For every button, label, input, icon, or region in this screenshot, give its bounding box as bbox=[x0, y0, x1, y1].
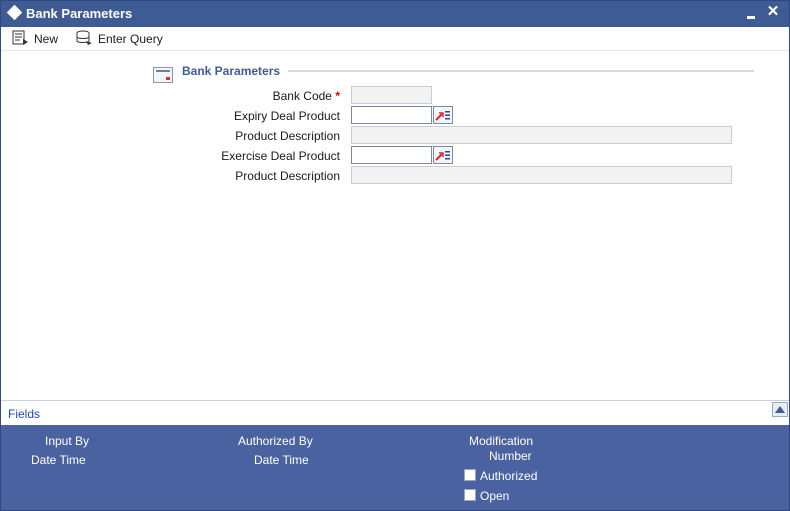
exercise-deal-product-input[interactable] bbox=[351, 146, 432, 164]
title-bar: Bank Parameters ✕ bbox=[1, 1, 789, 27]
expiry-deal-product-label: Expiry Deal Product bbox=[233, 109, 340, 123]
window-diamond-icon bbox=[6, 4, 23, 21]
authorized-date-time-label: Date Time bbox=[254, 453, 309, 467]
expiry-deal-product-lov-button[interactable] bbox=[433, 106, 453, 124]
close-button[interactable]: ✕ bbox=[765, 3, 781, 21]
list-of-values-icon bbox=[435, 111, 450, 121]
bank-code-label: Bank Code * bbox=[140, 89, 340, 103]
list-of-values-icon bbox=[435, 151, 450, 161]
input-by-label: Input By bbox=[45, 434, 90, 448]
bank-code-field bbox=[351, 86, 432, 104]
required-marker: * bbox=[335, 89, 340, 103]
product-description-field-1 bbox=[351, 126, 732, 144]
open-checkbox[interactable] bbox=[464, 489, 476, 501]
modification-label: Modification bbox=[469, 434, 534, 448]
audit-footer: Input By Date Time Authorized By Date Ti… bbox=[1, 425, 789, 510]
enter-query-icon bbox=[76, 30, 98, 49]
fields-bar: Fields bbox=[1, 400, 789, 425]
expiry-deal-product-input[interactable] bbox=[351, 106, 432, 124]
new-record-icon bbox=[12, 30, 34, 49]
number-label: Number bbox=[489, 449, 532, 463]
exercise-deal-product-lov-button[interactable] bbox=[433, 146, 453, 164]
collapse-up-icon[interactable] bbox=[772, 402, 788, 417]
new-button[interactable]: New bbox=[12, 30, 58, 48]
window-title: Bank Parameters bbox=[26, 6, 133, 21]
open-checkbox-label: Open bbox=[480, 489, 510, 503]
input-date-time-label: Date Time bbox=[31, 453, 86, 467]
enter-query-label: Enter Query bbox=[98, 32, 163, 46]
product-description-field-2 bbox=[351, 166, 732, 184]
bank-parameters-window: Bank Parameters ✕ New Enter Query Bank P… bbox=[0, 0, 790, 511]
authorized-by-label: Authorized By bbox=[238, 434, 313, 448]
section-toggle-icon[interactable] bbox=[153, 67, 173, 83]
section-title: Bank Parameters bbox=[182, 64, 281, 78]
fields-link[interactable]: Fields bbox=[8, 407, 40, 421]
minimize-button[interactable] bbox=[744, 5, 758, 21]
authorized-checkbox-label: Authorized bbox=[480, 469, 538, 483]
product-description-label-2: Product Description bbox=[235, 169, 340, 183]
product-description-label-1: Product Description bbox=[235, 129, 340, 143]
enter-query-button[interactable]: Enter Query bbox=[76, 30, 163, 48]
exercise-deal-product-label: Exercise Deal Product bbox=[221, 149, 340, 163]
section-divider bbox=[288, 70, 754, 72]
toolbar: New Enter Query bbox=[1, 27, 789, 51]
new-button-label: New bbox=[34, 32, 59, 46]
authorized-checkbox[interactable] bbox=[464, 469, 476, 481]
bank-code-label-text: Bank Code bbox=[272, 89, 332, 103]
